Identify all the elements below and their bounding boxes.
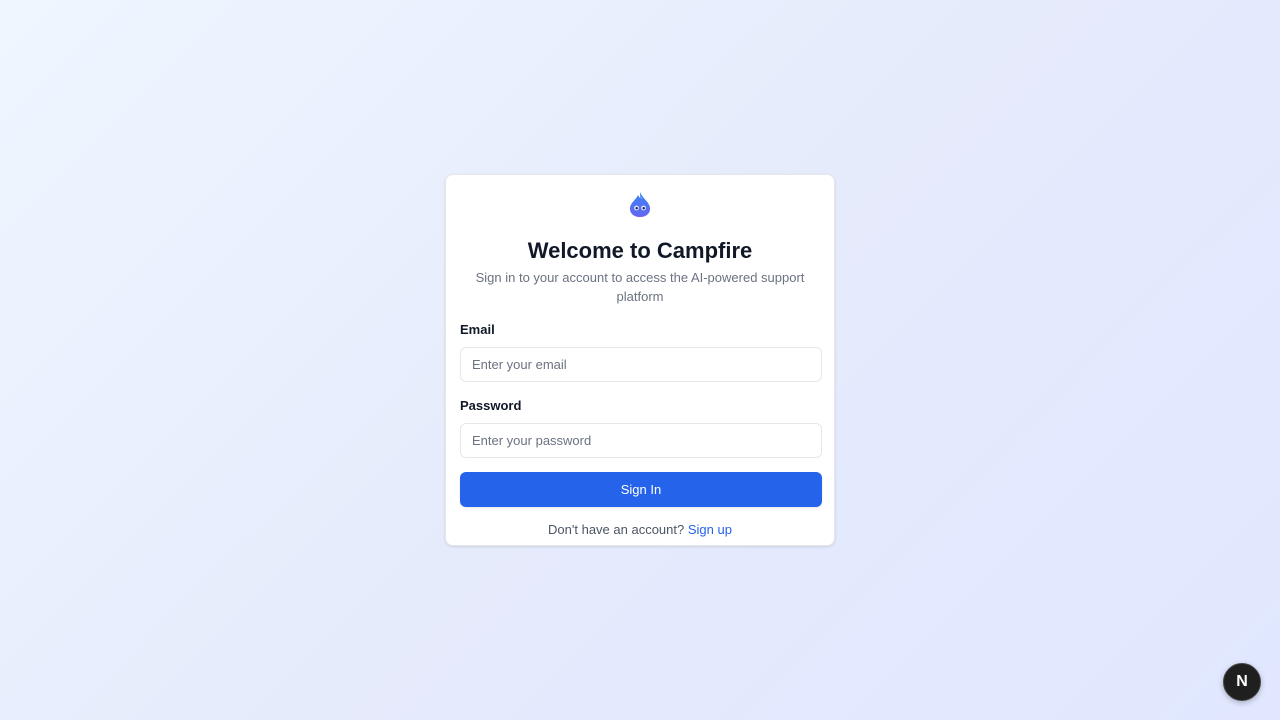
page-subtitle: Sign in to your account to access the AI… [475,270,805,304]
email-input[interactable] [460,347,822,382]
sign-up-link[interactable]: Sign up [688,522,732,537]
password-label: Password [460,398,522,413]
password-input[interactable] [460,423,822,458]
page-title: Welcome to Campfire [527,238,753,263]
campfire-flame-icon [628,191,652,218]
login-card: Welcome to Campfire Sign in to your acco… [445,174,835,546]
signup-prompt: Don't have an account? Sign up [460,522,820,538]
signup-prompt-text: Don't have an account? [548,522,685,537]
logo [460,191,820,218]
email-label: Email [460,322,495,337]
sign-in-button[interactable]: Sign In [460,472,822,507]
nextjs-logo-icon: N [1236,673,1248,690]
nextjs-dev-badge[interactable]: N [1223,663,1261,701]
